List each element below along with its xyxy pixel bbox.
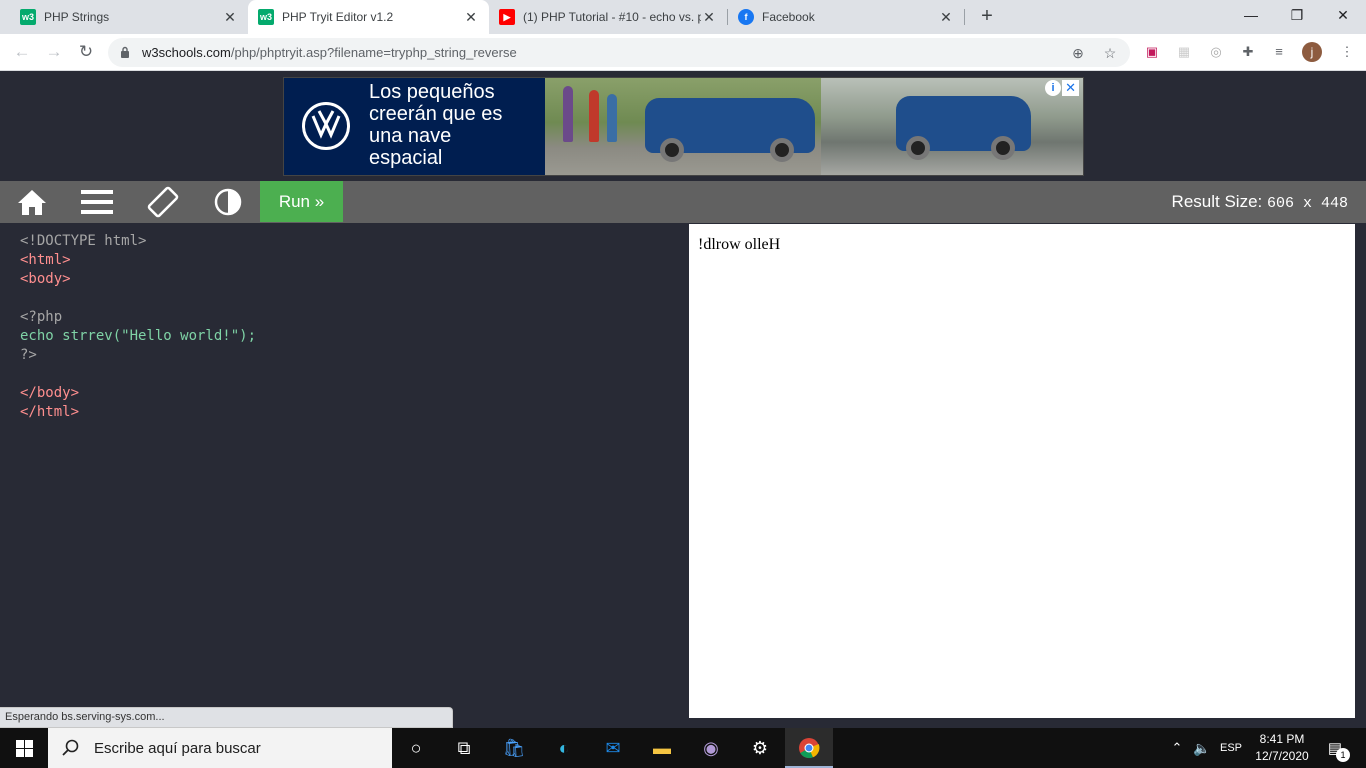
taskbar-search[interactable]: Escribe aquí para buscar <box>48 728 392 768</box>
language-indicator[interactable]: ESP <box>1217 728 1245 768</box>
facebook-icon: f <box>738 9 754 25</box>
windows-start-icon[interactable] <box>0 728 48 768</box>
cortana-icon[interactable]: ○ <box>392 728 440 768</box>
status-bar: Esperando bs.serving-sys.com... <box>0 707 453 728</box>
w3schools-icon: w3 <box>258 9 274 25</box>
person-figure <box>607 94 617 142</box>
mail-icon[interactable]: ✉ <box>589 728 637 768</box>
search-icon <box>62 739 79 756</box>
close-tab-icon[interactable]: ✕ <box>463 9 479 26</box>
code-line: ?> <box>20 347 37 363</box>
result-size-label: Result Size: <box>1171 192 1263 211</box>
code-line: </html> <box>20 404 80 420</box>
lock-icon <box>121 46 129 58</box>
taskbar-clock[interactable]: 8:41 PM 12/7/2020 <box>1250 731 1314 765</box>
store-icon[interactable]: 🛍 <box>490 728 538 768</box>
code-editor[interactable]: <!DOCTYPE html> <html> <body> <?php echo… <box>11 224 678 718</box>
tab-title: PHP Strings <box>44 10 110 24</box>
rotate-layout-icon[interactable] <box>131 181 195 223</box>
page-content: Los pequeños creerán que es una nave esp… <box>0 71 1366 728</box>
task-view-icon[interactable]: ⧉ <box>440 728 488 768</box>
run-button[interactable]: Run » <box>260 181 343 222</box>
browser-tab-strip: w3 PHP Strings ✕ w3 PHP Tryit Editor v1.… <box>0 0 1366 34</box>
extensions-puzzle-icon[interactable]: ✚ <box>1239 43 1257 61</box>
chrome-icon[interactable] <box>785 728 833 768</box>
youtube-icon: ▶ <box>499 9 515 25</box>
media-control-icon[interactable]: ≡ <box>1270 43 1288 61</box>
bookmark-star-icon[interactable]: ☆ <box>1100 43 1120 63</box>
extension-icon[interactable]: ▣ <box>1143 43 1161 61</box>
result-frame: !dlrow olleH <box>689 224 1355 718</box>
settings-gear-icon[interactable]: ⚙ <box>736 728 784 768</box>
code-line: <!DOCTYPE html> <box>20 233 147 249</box>
clock-date: 12/7/2020 <box>1255 749 1309 763</box>
tab-title: PHP Tryit Editor v1.2 <box>282 10 394 24</box>
person-figure <box>589 90 599 142</box>
car-wheel <box>660 138 684 162</box>
close-tab-icon[interactable]: ✕ <box>701 9 717 26</box>
minimize-button[interactable]: — <box>1228 0 1274 30</box>
adchoices-icon[interactable]: i <box>1045 80 1061 96</box>
car-wheel <box>770 138 794 162</box>
reload-button[interactable]: ↻ <box>74 40 98 64</box>
file-explorer-icon[interactable]: ▬ <box>638 728 686 768</box>
volume-icon[interactable]: 🔈 <box>1190 728 1214 768</box>
editor-toolbar: Run » Result Size: 606 x 448 <box>0 181 1366 223</box>
browser-toolbar: ← → ↻ w3schools.com/php/phptryit.asp?fil… <box>0 34 1366 71</box>
back-button[interactable]: ← <box>10 40 34 64</box>
extension-icon[interactable]: ◎ <box>1207 43 1225 61</box>
w3schools-icon: w3 <box>20 9 36 25</box>
volkswagen-logo <box>302 102 350 150</box>
ad-headline: Los pequeños creerán que es una nave esp… <box>369 81 503 169</box>
tab-title: (1) PHP Tutorial - #10 - echo vs. p <box>523 10 701 24</box>
result-size-value: 606 x 448 <box>1266 195 1348 212</box>
url-text: w3schools.com/php/phptryit.asp?filename=… <box>142 45 517 60</box>
home-icon[interactable] <box>0 181 64 223</box>
tab-separator <box>964 9 965 25</box>
url-path: /php/phptryit.asp?filename=tryphp_string… <box>230 45 517 60</box>
tab-youtube-php-tutorial[interactable]: ▶ (1) PHP Tutorial - #10 - echo vs. p ✕ <box>489 0 727 34</box>
advertisement-banner[interactable]: Los pequeños creerán que es una nave esp… <box>283 77 1084 176</box>
close-ad-icon[interactable]: ✕ <box>1062 80 1079 96</box>
chrome-menu-icon[interactable]: ⋮ <box>1338 43 1356 61</box>
close-tab-icon[interactable]: ✕ <box>938 9 954 26</box>
code-line: </body> <box>20 385 80 401</box>
url-host: w3schools.com <box>142 45 231 60</box>
clock-time: 8:41 PM <box>1259 732 1305 746</box>
notification-badge: 1 <box>1336 748 1350 762</box>
new-tab-button[interactable]: + <box>975 6 999 28</box>
result-size: Result Size: 606 x 448 <box>1172 192 1348 212</box>
code-line: <?php <box>20 309 63 325</box>
person-figure <box>563 86 573 142</box>
search-placeholder: Escribe aquí para buscar <box>94 739 261 757</box>
tray-chevron-up-icon[interactable]: ⌃ <box>1166 728 1188 768</box>
result-output: !dlrow olleH <box>698 236 781 253</box>
restore-button[interactable]: ❐ <box>1274 0 1320 30</box>
car-wheel <box>906 136 930 160</box>
profile-avatar[interactable]: j <box>1302 42 1322 62</box>
close-window-button[interactable]: ✕ <box>1320 0 1366 30</box>
ad-photo-family-car <box>545 78 821 175</box>
code-line: echo strrev("Hello world!"); <box>20 328 257 344</box>
menu-icon[interactable] <box>65 181 129 223</box>
app-icon[interactable]: ◉ <box>687 728 735 768</box>
forward-button[interactable]: → <box>42 40 66 64</box>
car-wheel <box>991 136 1015 160</box>
address-bar[interactable]: w3schools.com/php/phptryit.asp?filename=… <box>108 38 1130 67</box>
ad-photo-car-road <box>821 78 1083 175</box>
tab-title: Facebook <box>762 10 815 24</box>
windows-taskbar: Escribe aquí para buscar ○ ⧉ 🛍 ◐ ✉ ▬ ◉ ⚙… <box>0 728 1366 768</box>
tab-facebook[interactable]: f Facebook ✕ <box>728 0 964 34</box>
zoom-icon[interactable]: ⊕ <box>1068 43 1088 63</box>
close-tab-icon[interactable]: ✕ <box>222 9 238 26</box>
edge-icon[interactable]: ◐ <box>540 728 588 768</box>
code-line: <body> <box>20 271 71 287</box>
theme-contrast-icon[interactable] <box>196 181 260 223</box>
tab-php-tryit-editor[interactable]: w3 PHP Tryit Editor v1.2 ✕ <box>248 0 489 34</box>
tab-php-strings[interactable]: w3 PHP Strings ✕ <box>0 0 248 34</box>
code-line: <html> <box>20 252 71 268</box>
extension-icon[interactable]: ▦ <box>1175 43 1193 61</box>
